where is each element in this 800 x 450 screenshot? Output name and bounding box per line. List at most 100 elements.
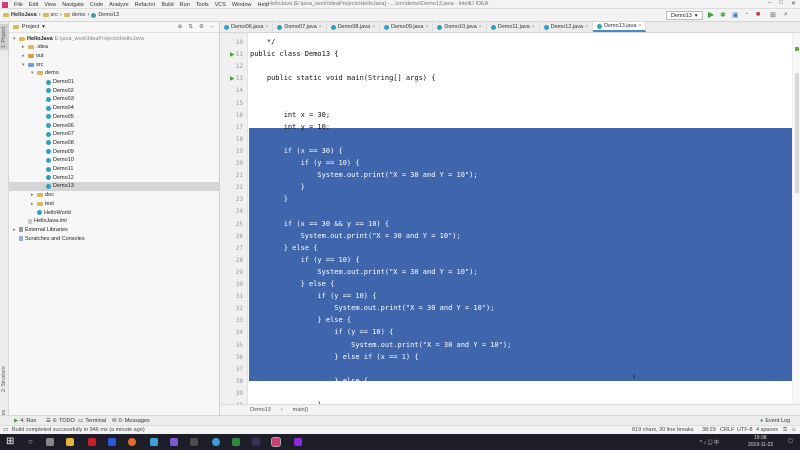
code-line[interactable]: } (250, 183, 305, 191)
menu-file[interactable]: File (14, 2, 23, 8)
premiere-icon[interactable] (294, 438, 302, 446)
tree-item-demo02[interactable]: Demo02 (40, 86, 74, 95)
clock-time[interactable]: 19:38 (754, 435, 767, 441)
tab-demo06-java[interactable]: Demo06.java × (220, 22, 274, 32)
run-gutter-icon[interactable]: ▶ (230, 51, 235, 58)
tree-item-demo07[interactable]: Demo07 (40, 130, 74, 139)
scrollbar-thumb[interactable] (795, 73, 799, 193)
indent-setting[interactable]: 4 spaces (756, 427, 778, 433)
tree-item--idea[interactable]: ▸ .idea (22, 43, 48, 52)
app-blue-icon[interactable] (150, 438, 158, 446)
edge-icon[interactable] (108, 438, 116, 446)
project-view-select[interactable]: Project (22, 24, 39, 30)
tree-item-hellojava-iml[interactable]: HelloJava.iml (22, 217, 67, 226)
tab-demo11-java[interactable]: Demo11.java × (487, 22, 540, 32)
status-message[interactable]: Build completed successfully in 946 ms (… (12, 427, 145, 433)
structure-tool-label[interactable]: 2: Structure (1, 366, 7, 392)
tree-item-demo06[interactable]: Demo06 (40, 121, 74, 130)
app-dark-icon[interactable] (252, 438, 260, 446)
task-view-icon[interactable] (46, 438, 54, 446)
close-icon[interactable]: × (372, 24, 375, 30)
editor-scrollbar[interactable] (792, 33, 800, 404)
code-line[interactable]: */ (250, 38, 275, 46)
profile-icon[interactable]: ◔ (744, 11, 748, 18)
collapse-icon[interactable]: ⇅ (188, 24, 193, 30)
terminal-tool-button[interactable]: ▭ Terminal (78, 418, 106, 424)
chevron-right-icon[interactable]: ▸ (22, 44, 26, 50)
menu-navigate[interactable]: Navigate (62, 2, 84, 8)
code-line[interactable]: } else { (250, 244, 318, 252)
project-tool-label[interactable]: 1: Project (1, 27, 7, 48)
code-line[interactable]: System.out.print("X = 30 and Y = 10"); (250, 171, 477, 179)
firefox-icon[interactable] (128, 438, 136, 446)
code-line[interactable]: } else { (250, 377, 368, 385)
breadcrumb-project[interactable]: HelloJava (11, 12, 37, 18)
file-encoding[interactable]: UTF-8 (737, 427, 753, 433)
tree-item-demo05[interactable]: Demo05 (40, 112, 74, 121)
menu-tools[interactable]: Tools (196, 2, 209, 8)
chevron-right-icon[interactable]: ▸ (31, 201, 35, 207)
menu-view[interactable]: View (44, 2, 56, 8)
menu-refactor[interactable]: Refactor (135, 2, 156, 8)
tree-item-external-libraries[interactable]: ▸ External Libraries (13, 225, 68, 234)
hide-icon[interactable]: – (210, 24, 213, 30)
chrome-icon[interactable] (212, 438, 220, 446)
run-icon[interactable]: ▶ (708, 10, 714, 19)
code-line[interactable]: } else { (250, 280, 335, 288)
code-line[interactable]: System.out.print("X = 30 and Y = 10"); (250, 304, 494, 312)
close-icon[interactable]: × (479, 24, 482, 30)
todo-tool-button[interactable]: ☰ 6: TODO (46, 418, 75, 424)
chevron-down-icon[interactable]: ▾ (13, 36, 17, 42)
lock-icon[interactable]: ⚿ (783, 427, 787, 434)
code-editor[interactable]: 10 11 ▶ 12 13 ▶ 14 15 16 17 18 19 20 21 22 23 24 25 26 27 28… (220, 33, 800, 404)
search-icon[interactable]: ⌕ (784, 11, 788, 19)
breadcrumb-src[interactable]: src (51, 12, 58, 18)
tab-demo09-java[interactable]: Demo09.java × (380, 22, 434, 32)
code-line[interactable]: int y = 10; (250, 123, 330, 131)
run-tool-button[interactable]: ▶ 4: Run (14, 418, 36, 424)
close-icon[interactable]: × (532, 24, 535, 30)
tree-item-demo08[interactable]: Demo08 (40, 138, 74, 147)
close-icon[interactable]: × (425, 24, 428, 30)
tree-item-demo13[interactable]: Demo13 (40, 182, 74, 191)
code-line[interactable]: if (x == 30 && y == 10) { (250, 220, 389, 228)
tree-item-doc[interactable]: ▸ doc (31, 191, 54, 200)
code-line[interactable]: public static void main(String[] args) { (250, 74, 436, 82)
tree-item-demo03[interactable]: Demo03 (40, 95, 74, 104)
close-icon[interactable]: × (585, 24, 588, 30)
code-line[interactable]: public class Demo13 { (250, 50, 339, 58)
chevron-down-icon[interactable]: ▾ (42, 24, 45, 30)
breadcrumb-file[interactable]: Demo13 (98, 12, 119, 18)
tray-icons[interactable]: ^ ♪ ▤ 中 (700, 439, 719, 446)
search-icon[interactable]: ○ (28, 437, 33, 446)
code-line[interactable]: System.out.print("X = 30 and Y = 10"); (250, 268, 477, 276)
tree-item-demo01[interactable]: Demo01 (40, 78, 74, 87)
coverage-icon[interactable]: ▣ (732, 11, 739, 19)
code-line[interactable]: if (x == 30) { (250, 147, 343, 155)
tab-demo07-java[interactable]: Demo07.java × (273, 22, 327, 32)
tab-demo13-java[interactable]: Demo13.java × (592, 22, 647, 32)
chevron-right-icon[interactable]: ▸ (22, 53, 26, 59)
close-icon[interactable]: × (638, 23, 641, 29)
code-line[interactable]: int x = 30; (250, 111, 330, 119)
run-gutter-icon[interactable]: ▶ (230, 75, 235, 82)
code-line[interactable]: } else { (250, 316, 351, 324)
gear-icon[interactable]: ⚙ (199, 24, 204, 30)
app-red-icon[interactable] (88, 438, 96, 446)
menu-analyze[interactable]: Analyze (109, 2, 129, 8)
tree-item-test[interactable]: ▸ test (31, 199, 54, 208)
run-config-select[interactable]: Demo13 ▾ (666, 11, 703, 20)
stop-icon[interactable]: ■ (756, 11, 760, 18)
code-line[interactable]: } (250, 195, 288, 203)
menu-edit[interactable]: Edit (29, 2, 38, 8)
tree-item-helloworld[interactable]: HelloWorld (31, 208, 71, 217)
app-purple-icon[interactable] (170, 438, 178, 446)
app-grey-icon[interactable] (190, 438, 198, 446)
menu-window[interactable]: Window (232, 2, 252, 8)
tree-item-demo11[interactable]: Demo11 (40, 165, 73, 174)
code-line[interactable]: if (y == 10) { (250, 159, 360, 167)
minimize-icon[interactable]: – (768, 0, 771, 7)
tree-item-src[interactable]: ▾ src (22, 60, 43, 69)
tree-item-demo04[interactable]: Demo04 (40, 104, 74, 113)
chevron-right-icon[interactable]: ▸ (13, 227, 17, 233)
